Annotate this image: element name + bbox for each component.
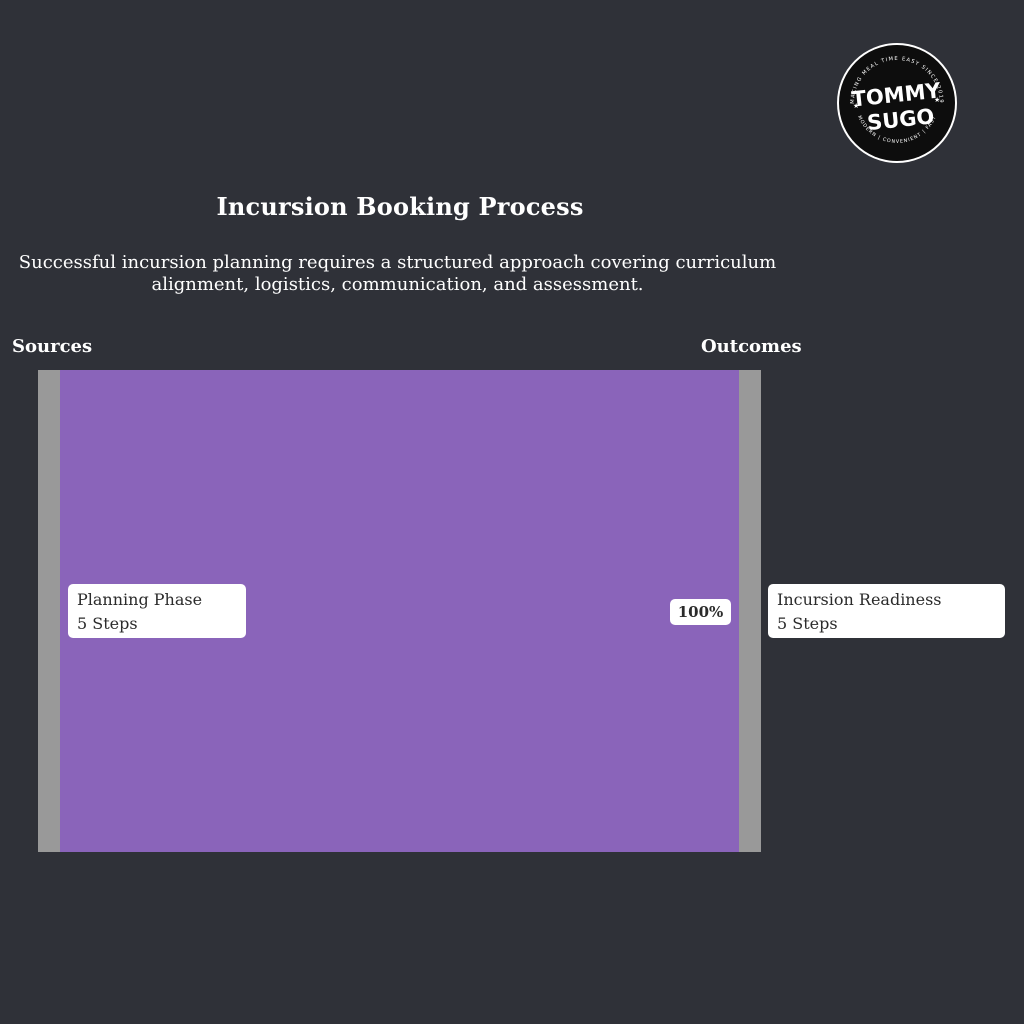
flow-percent-label: 100% — [670, 599, 731, 625]
sources-column-heading: Sources — [12, 336, 93, 357]
source-node-label: Planning Phase 5 Steps — [68, 584, 246, 638]
target-node-bar[interactable] — [739, 370, 761, 852]
star-icon: ★ — [934, 96, 940, 104]
target-node-value: 5 Steps — [777, 614, 838, 633]
logo: MAKING MEAL TIME EASY SINCE 2019 MODERN … — [836, 42, 958, 164]
logo-badge: MAKING MEAL TIME EASY SINCE 2019 MODERN … — [837, 43, 957, 163]
source-node-value: 5 Steps — [77, 614, 138, 633]
star-icon: ★ — [853, 102, 859, 110]
diagram-title: Incursion Booking Process — [216, 192, 584, 221]
target-node-label: Incursion Readiness 5 Steps — [768, 584, 1005, 638]
outcomes-column-heading: Outcomes — [701, 336, 802, 357]
source-node-bar[interactable] — [38, 370, 60, 852]
target-node-name: Incursion Readiness — [777, 590, 942, 609]
source-node-name: Planning Phase — [77, 590, 203, 609]
diagram-subtitle: Successful incursion planning requires a… — [18, 252, 777, 295]
